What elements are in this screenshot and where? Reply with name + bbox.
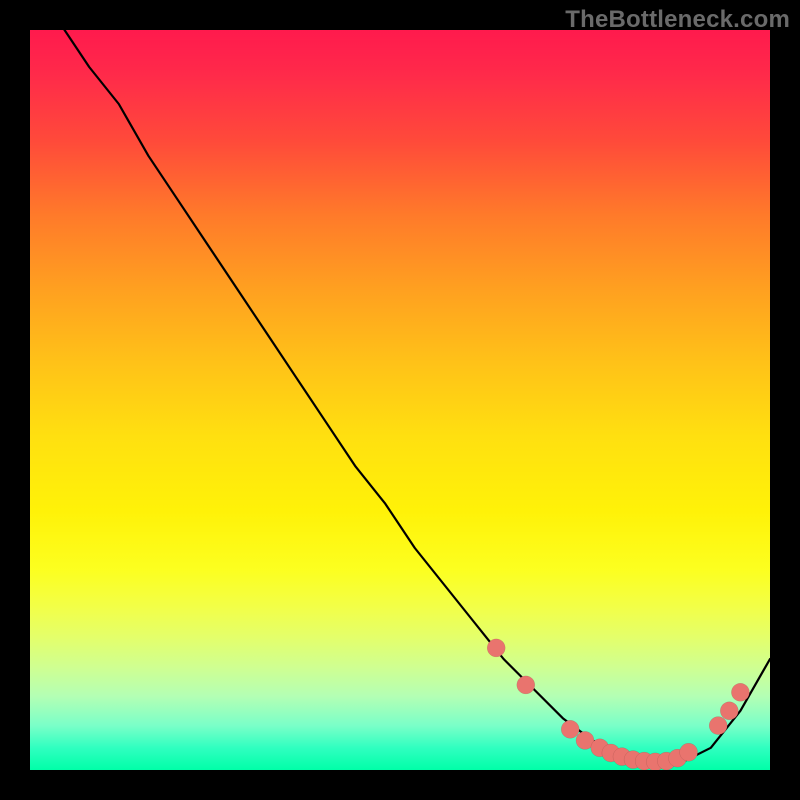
curve-marker — [517, 676, 535, 694]
watermark-text: TheBottleneck.com — [565, 6, 790, 34]
curve-marker — [709, 717, 727, 735]
curve-svg — [30, 30, 770, 770]
curve-marker — [731, 683, 749, 701]
plot-area — [30, 30, 770, 770]
curve-markers — [487, 639, 749, 770]
curve-marker — [680, 743, 698, 761]
curve-marker — [561, 720, 579, 738]
bottleneck-curve — [30, 30, 770, 763]
curve-marker — [720, 702, 738, 720]
curve-marker — [487, 639, 505, 657]
chart-stage: TheBottleneck.com — [0, 0, 800, 800]
